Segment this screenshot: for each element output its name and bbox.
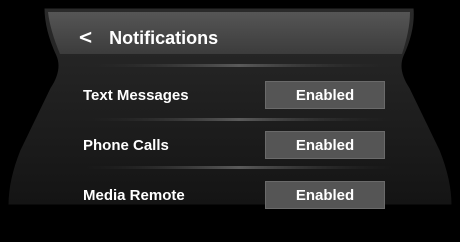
header-bar: < Notifications	[52, 18, 404, 58]
chevron-left-icon: <	[78, 25, 94, 49]
phone-calls-toggle[interactable]: Enabled	[265, 131, 385, 159]
page-title: Notifications	[109, 27, 219, 48]
setting-label: Phone Calls	[83, 136, 169, 154]
setting-row-phone-calls: Phone Calls Enabled	[83, 130, 385, 160]
back-button[interactable]: < Notifications	[78, 18, 218, 58]
text-messages-toggle[interactable]: Enabled	[265, 81, 385, 109]
setting-label: Media Remote	[83, 186, 185, 204]
notifications-screen: < Notifications Text Messages Enabled Ph…	[0, 0, 460, 242]
setting-row-media-remote: Media Remote Enabled	[83, 180, 385, 210]
setting-row-text-messages: Text Messages Enabled	[83, 80, 385, 110]
setting-label: Text Messages	[83, 86, 189, 104]
media-remote-toggle[interactable]: Enabled	[265, 181, 385, 209]
